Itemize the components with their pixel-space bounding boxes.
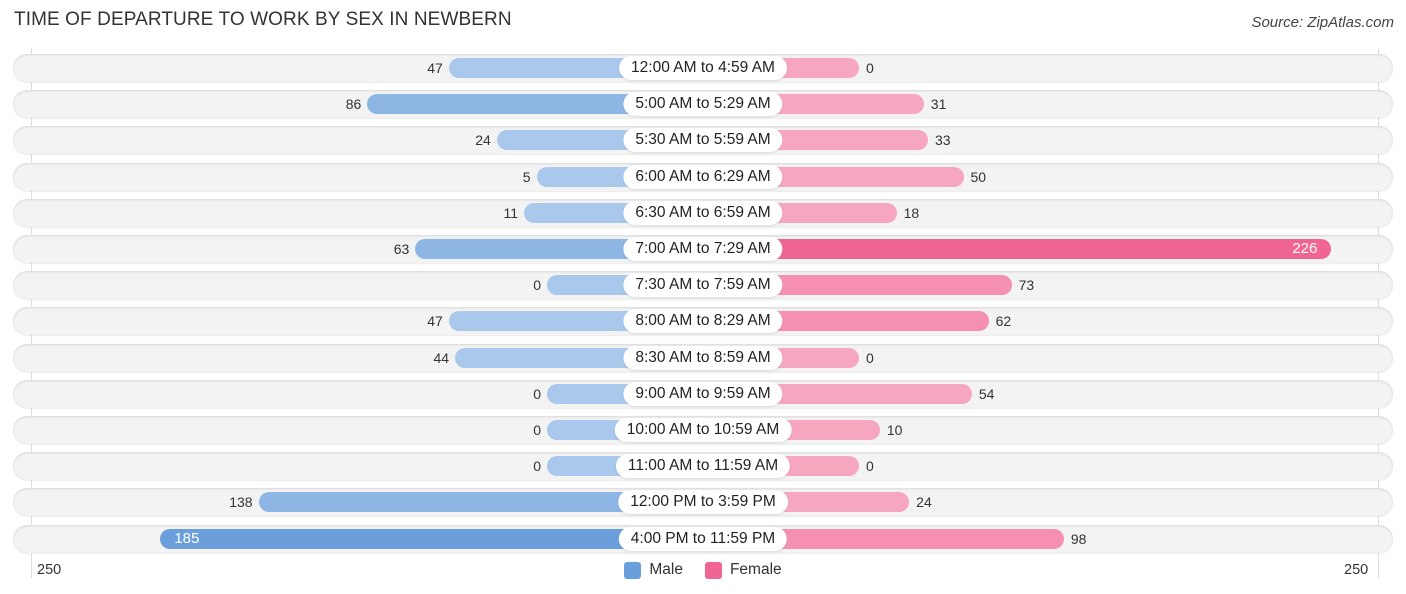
female-value-label: 73 <box>1018 277 1035 294</box>
male-value-label: 47 <box>427 313 443 330</box>
male-value-label: 0 <box>533 422 541 438</box>
female-value-label: 226 <box>1292 240 1318 257</box>
legend-label-female: Female <box>729 561 782 578</box>
category-label: 9:00 AM to 9:59 AM <box>623 381 783 406</box>
female-value-label: 50 <box>970 168 987 185</box>
category-label: 12:00 PM to 3:59 PM <box>618 490 788 515</box>
category-label: 11:00 AM to 11:59 AM <box>615 454 791 479</box>
male-value-label: 185 <box>174 529 200 547</box>
category-label: 8:00 AM to 8:29 AM <box>623 309 783 334</box>
male-value-label: 0 <box>533 385 541 402</box>
category-label: 12:00 AM to 4:59 AM <box>619 56 787 80</box>
category-label: 7:30 AM to 7:59 AM <box>623 273 783 298</box>
male-value-label: 63 <box>393 241 410 257</box>
chart-title: TIME OF DEPARTURE TO WORK BY SEX IN NEWB… <box>14 9 512 30</box>
category-label: 6:30 AM to 6:59 AM <box>623 200 783 225</box>
category-label: 6:00 AM to 6:29 AM <box>623 164 783 189</box>
legend-item-male: Male <box>624 561 683 579</box>
male-value-label: 138 <box>229 494 253 511</box>
female-value-label: 10 <box>886 422 903 438</box>
female-value-label: 18 <box>903 204 920 221</box>
category-label: 7:00 AM to 7:29 AM <box>623 237 783 261</box>
female-value-label: 0 <box>866 458 874 475</box>
female-value-label: 98 <box>1070 530 1087 547</box>
category-label: 8:30 AM to 8:59 AM <box>623 345 783 370</box>
female-value-label: 0 <box>866 349 874 366</box>
female-value-label: 0 <box>866 60 874 76</box>
legend: Male Female <box>0 561 1406 579</box>
male-value-label: 47 <box>427 60 443 76</box>
legend-label-male: Male <box>649 561 683 578</box>
male-value-label: 5 <box>522 168 531 185</box>
legend-item-female: Female <box>704 561 782 579</box>
female-value-label: 24 <box>916 494 932 511</box>
female-value-label: 31 <box>930 96 947 113</box>
female-swatch <box>704 561 722 579</box>
category-label: 5:30 AM to 5:59 AM <box>623 128 783 153</box>
male-value-label: 44 <box>433 349 450 366</box>
category-label: 5:00 AM to 5:29 AM <box>623 92 783 117</box>
male-value-label: 24 <box>475 132 491 149</box>
category-label: 10:00 AM to 10:59 AM <box>614 418 792 442</box>
female-value-label: 62 <box>995 313 1012 330</box>
male-value-label: 86 <box>345 96 362 113</box>
male-value-label: 0 <box>533 458 541 475</box>
source-label: Source: ZipAtlas.com <box>1251 14 1394 31</box>
male-value-label: 0 <box>533 277 541 294</box>
female-bar <box>703 239 1332 259</box>
category-label: 4:00 PM to 11:59 PM <box>618 526 788 551</box>
female-value-label: 54 <box>978 385 995 402</box>
male-swatch <box>624 561 642 579</box>
female-value-label: 33 <box>934 132 951 149</box>
male-value-label: 11 <box>503 204 519 221</box>
